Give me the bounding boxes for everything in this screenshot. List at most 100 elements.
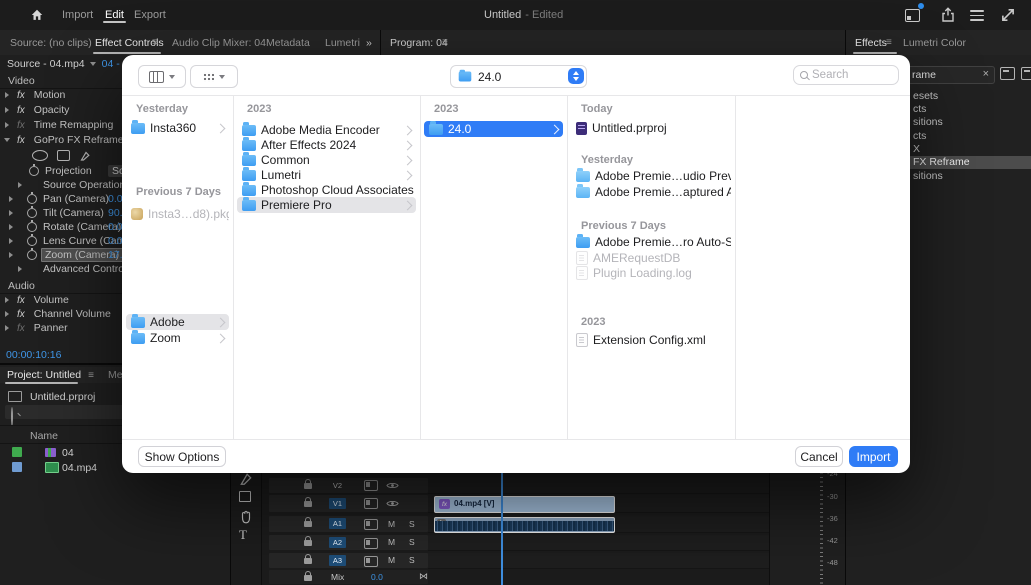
ellipse-mask-icon[interactable] [32,150,48,161]
stopwatch-icon[interactable] [27,236,37,246]
file-item[interactable]: Adobe Premie…udio Previews [571,168,731,184]
mute-button[interactable]: M [388,555,395,565]
video-clip[interactable]: fx 04.mp4 [V] [434,496,615,513]
fx-badge-icon[interactable]: fx [17,90,25,101]
clear-search-icon[interactable]: × [983,68,989,80]
file-item-untitled-prproj[interactable]: Untitled.prproj [571,120,731,136]
track-label[interactable]: A2 [329,537,346,548]
fx-badge-icon[interactable]: fx [17,295,25,306]
stopwatch-icon[interactable] [27,222,37,232]
tab-overflow-icon[interactable]: » [366,37,372,49]
panel-menu-icon[interactable]: ≡ [152,37,158,48]
fullscreen-icon[interactable] [1000,7,1016,23]
chevron-right-icon[interactable] [9,224,13,230]
file-item[interactable]: Adobe Premie…aptured Audio [571,184,731,200]
source-patch-icon[interactable] [364,556,378,567]
lock-icon[interactable] [304,558,312,564]
tab-audio-clip-mixer[interactable]: Audio Clip Mixer: 04 [172,37,266,49]
chevron-right-icon[interactable] [9,196,13,202]
solo-button[interactable]: S [409,537,415,547]
stepper-icon[interactable] [568,68,584,84]
chevron-right-icon[interactable] [18,182,22,188]
panel-menu-icon[interactable]: ≡ [886,37,892,48]
file-item[interactable]: AMERequestDB [571,250,731,266]
eye-icon[interactable] [386,499,399,508]
chevron-right-icon[interactable] [5,122,9,128]
fx-badge-icon[interactable]: fx [17,135,25,146]
lock-icon[interactable] [304,540,312,546]
file-item[interactable]: Adobe Media Encoder [237,122,416,138]
chevron-right-icon[interactable] [5,92,9,98]
lock-icon[interactable] [304,501,312,507]
chevron-right-icon[interactable] [5,297,9,303]
track-label[interactable]: A1 [329,518,346,529]
source-clip-label[interactable]: Source - 04.mp4 [7,58,85,70]
file-item[interactable]: Common [237,152,416,168]
chevron-right-icon[interactable] [9,252,13,258]
lock-icon[interactable] [304,483,312,489]
rotate-value[interactable]: 0.0 [108,221,123,233]
source-patch-icon[interactable] [364,498,378,509]
chevron-right-icon[interactable] [9,238,13,244]
file-item[interactable]: Photoshop Cloud Associates [237,182,416,198]
file-item[interactable]: After Effects 2024 [237,137,416,153]
nav-edit[interactable]: Edit [105,9,124,21]
eye-icon[interactable] [386,481,399,490]
timecode[interactable]: 00:00:10:16 [6,349,61,361]
view-mode-button[interactable] [138,65,186,88]
lock-icon[interactable] [304,521,312,527]
chevron-right-icon[interactable] [18,266,22,272]
tab-lumetri-color[interactable]: Lumetri Color [903,37,966,49]
track-lane-a3[interactable] [428,553,769,569]
file-item-insta360[interactable]: Insta360 [126,120,229,136]
chevron-right-icon[interactable] [5,311,9,317]
track-label[interactable]: A3 [329,555,346,566]
show-options-button[interactable]: Show Options [138,446,226,467]
chevron-right-icon[interactable] [5,107,9,113]
rect-mask-icon[interactable] [57,150,70,161]
tab-project[interactable]: Project: Untitled [7,369,81,381]
source-patch-icon[interactable] [364,538,378,549]
nav-import[interactable]: Import [62,9,93,21]
group-mode-button[interactable] [190,65,238,88]
lock-icon[interactable] [304,575,312,581]
fx-badge-icon[interactable]: fx [17,323,25,334]
mute-button[interactable]: M [388,519,395,529]
mute-button[interactable]: M [388,537,395,547]
file-item-premiere-pro[interactable]: Premiere Pro [237,197,416,213]
cancel-button[interactable]: Cancel [795,446,843,467]
file-item[interactable]: Lumetri [237,167,416,183]
32bit-color-icon[interactable] [1021,67,1031,80]
stopwatch-icon[interactable] [27,208,37,218]
file-item-adobe[interactable]: Adobe [126,314,229,330]
pen-mask-icon[interactable] [79,150,91,162]
chevron-right-icon[interactable] [5,325,9,331]
tab-lumetri[interactable]: Lumetri [325,37,360,49]
stopwatch-icon[interactable] [27,194,37,204]
file-item-zoom[interactable]: Zoom [126,330,229,346]
file-item[interactable]: Plugin Loading.log [571,265,731,281]
fx-badge-icon[interactable]: fx [17,309,25,320]
solo-button[interactable]: S [409,555,415,565]
mix-value[interactable]: 0.0 [371,572,383,582]
location-dropdown[interactable]: 24.0 [450,65,587,88]
pen-tool-icon[interactable] [239,472,253,486]
rect-tool-icon[interactable] [239,491,251,502]
stopwatch-icon[interactable] [29,166,39,176]
track-label[interactable]: V1 [329,498,346,509]
fx-badge-icon[interactable]: fx [17,120,25,131]
file-item-pkg[interactable]: Insta3…d8).pkg [126,206,229,222]
tab-effects[interactable]: Effects [855,37,887,49]
solo-button[interactable]: S [409,519,415,529]
workspace-menu-icon[interactable] [970,10,986,26]
audio-clip[interactable]: fx [434,517,615,533]
pan-value[interactable]: 0.0 [108,193,123,205]
fx-badge-icon[interactable]: fx [17,105,25,116]
panel-menu-icon[interactable]: ≡ [88,370,94,381]
type-tool-icon[interactable]: T [239,527,253,541]
home-icon[interactable] [30,8,44,22]
playhead[interactable] [501,471,503,585]
file-item-extension-config[interactable]: Extension Config.xml [571,332,731,348]
track-lane-a2[interactable] [428,535,769,551]
panel-menu-icon[interactable]: ≡ [442,37,448,48]
